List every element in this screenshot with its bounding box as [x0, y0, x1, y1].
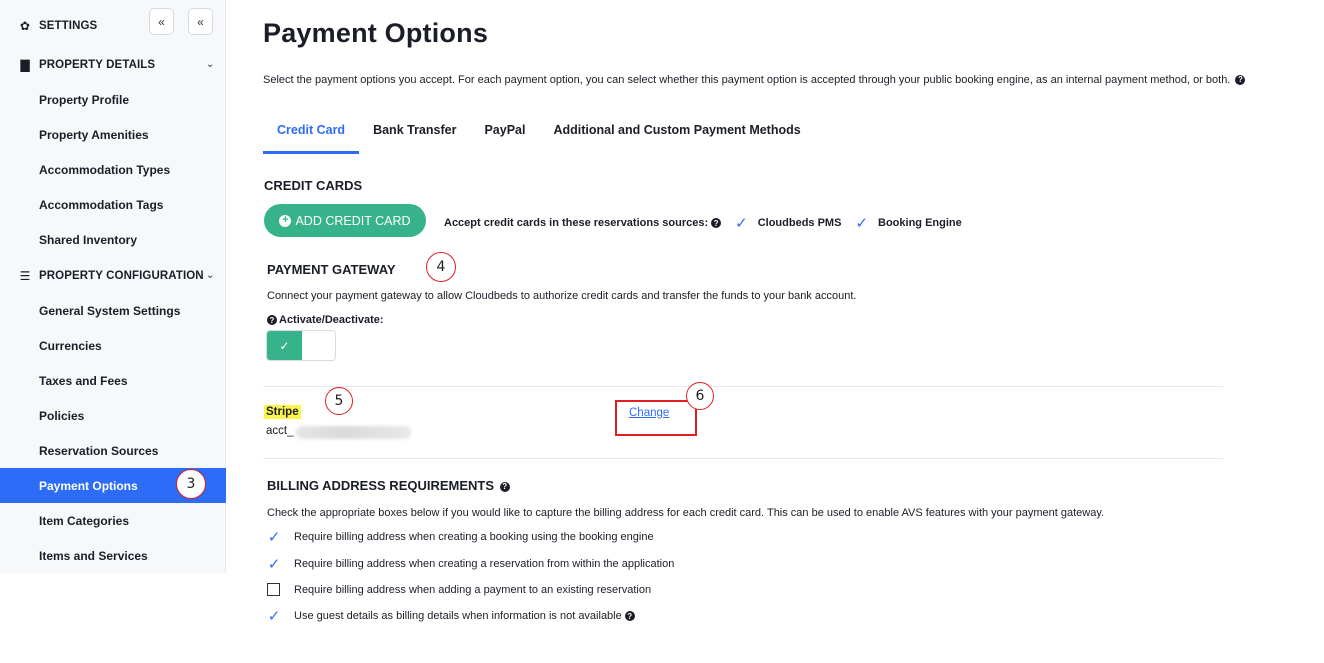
checkmark-icon[interactable]: ✓: [267, 608, 281, 625]
page-description: Select the payment options you accept. F…: [263, 72, 1303, 88]
gateway-provider-name: Stripe: [264, 405, 301, 419]
tab-bank-transfer[interactable]: Bank Transfer: [359, 123, 470, 154]
sidebar-item-currencies[interactable]: Currencies: [0, 328, 226, 363]
unchecked-checkbox[interactable]: [267, 583, 280, 596]
settings-label: SETTINGS: [39, 19, 98, 32]
change-gateway-link[interactable]: Change: [629, 407, 669, 419]
activate-toggle[interactable]: ✓: [266, 330, 336, 361]
sidebar-item-property-amenities[interactable]: Property Amenities: [0, 117, 226, 152]
billing-option-label: Require billing address when creating a …: [294, 558, 675, 570]
credit-cards-heading: CREDIT CARDS: [264, 178, 363, 193]
property-details-section[interactable]: ▇ PROPERTY DETAILS ⌄: [0, 47, 226, 82]
property-configuration-label: PROPERTY CONFIGURATION: [39, 269, 204, 282]
billing-option-label: Use guest details as billing details whe…: [294, 610, 622, 622]
activate-label-row: ? Activate/Deactivate:: [267, 314, 384, 326]
tab-additional-custom-methods[interactable]: Additional and Custom Payment Methods: [539, 123, 814, 154]
sidebar-item-items-and-services[interactable]: Items and Services: [0, 538, 226, 573]
divider: [263, 386, 1223, 387]
sidebar-item-reservation-sources[interactable]: Reservation Sources: [0, 433, 226, 468]
sidebar-item-policies[interactable]: Policies: [0, 398, 226, 433]
page-title: Payment Options: [263, 18, 489, 48]
building-icon: ▇: [20, 57, 30, 72]
sidebar-item-property-profile[interactable]: Property Profile: [0, 82, 226, 117]
billing-heading-text: BILLING ADDRESS REQUIREMENTS: [267, 478, 495, 493]
sidebar-item-taxes-and-fees[interactable]: Taxes and Fees: [0, 363, 226, 398]
sidebar-item-accommodation-tags[interactable]: Accommodation Tags: [0, 187, 226, 222]
billing-description: Check the appropriate boxes below if you…: [267, 507, 1105, 519]
add-credit-card-label: ADD CREDIT CARD: [295, 213, 411, 228]
payment-tabs: Credit Card Bank Transfer PayPal Additio…: [263, 123, 815, 155]
billing-option-label: Require billing address when creating a …: [294, 531, 654, 543]
accept-sources-label: Accept credit cards in these reservation…: [444, 217, 709, 229]
accept-sources-row: Accept credit cards in these reservation…: [444, 214, 962, 232]
sidebar-item-item-categories[interactable]: Item Categories: [0, 503, 226, 538]
check-icon: ✓: [267, 331, 302, 360]
payment-gateway-heading: PAYMENT GATEWAY: [267, 262, 396, 277]
sliders-icon: ☰: [19, 268, 31, 283]
sidebar-item-shared-inventory[interactable]: Shared Inventory: [0, 222, 226, 257]
billing-option-row: ✓ Require billing address when creating …: [267, 556, 675, 573]
source-booking-engine: Booking Engine: [878, 217, 962, 229]
sidebar-item-general-system-settings[interactable]: General System Settings: [0, 293, 226, 328]
chevron-down-icon: ⌄: [206, 59, 215, 70]
help-icon[interactable]: ?: [711, 218, 722, 228]
page-description-text: Select the payment options you accept. F…: [263, 74, 1231, 86]
annotation-marker-6: 6: [686, 382, 714, 410]
checkmark-icon[interactable]: ✓: [735, 214, 748, 232]
source-cloudbeds-pms: Cloudbeds PMS: [757, 217, 842, 229]
collapse-sidebar-button[interactable]: «: [188, 8, 213, 35]
add-credit-card-button[interactable]: + ADD CREDIT CARD: [264, 204, 426, 237]
billing-option-row: ✓ Require billing address when creating …: [267, 529, 654, 546]
gateway-account-id: acct_: [266, 425, 294, 437]
annotation-marker-4: 4: [426, 252, 456, 282]
checkmark-icon[interactable]: ✓: [855, 214, 868, 232]
tab-paypal[interactable]: PayPal: [470, 123, 539, 154]
redacted-account-id: [296, 426, 411, 439]
payment-gateway-description: Connect your payment gateway to allow Cl…: [267, 290, 857, 302]
help-icon[interactable]: ?: [1235, 75, 1246, 86]
annotation-marker-3: 3: [176, 469, 206, 499]
help-icon[interactable]: ?: [624, 611, 635, 621]
billing-requirements-heading: BILLING ADDRESS REQUIREMENTS ?: [267, 478, 510, 493]
billing-option-row: Require billing address when adding a pa…: [267, 583, 651, 596]
divider: [263, 458, 1223, 459]
help-icon[interactable]: ?: [267, 315, 277, 326]
annotation-marker-5: 5: [325, 387, 353, 415]
chevron-down-icon: ⌄: [206, 270, 215, 281]
billing-option-row: ✓ Use guest details as billing details w…: [267, 608, 635, 625]
gear-icon: ✿: [19, 18, 31, 33]
collapse-all-button[interactable]: «: [149, 8, 174, 35]
checkmark-icon[interactable]: ✓: [267, 529, 281, 546]
plus-circle-icon: +: [279, 214, 292, 227]
help-icon[interactable]: ?: [499, 481, 510, 492]
property-configuration-section[interactable]: ☰ PROPERTY CONFIGURATION ⌄: [0, 258, 226, 293]
sidebar-item-accommodation-types[interactable]: Accommodation Types: [0, 152, 226, 187]
tab-credit-card[interactable]: Credit Card: [263, 123, 360, 154]
activate-label: Activate/Deactivate:: [279, 314, 384, 326]
property-details-label: PROPERTY DETAILS: [39, 58, 156, 71]
double-chevron-up-icon: «: [158, 14, 165, 29]
checkmark-icon[interactable]: ✓: [267, 556, 281, 573]
double-chevron-left-icon: «: [197, 14, 204, 29]
billing-option-label: Require billing address when adding a pa…: [294, 583, 652, 596]
